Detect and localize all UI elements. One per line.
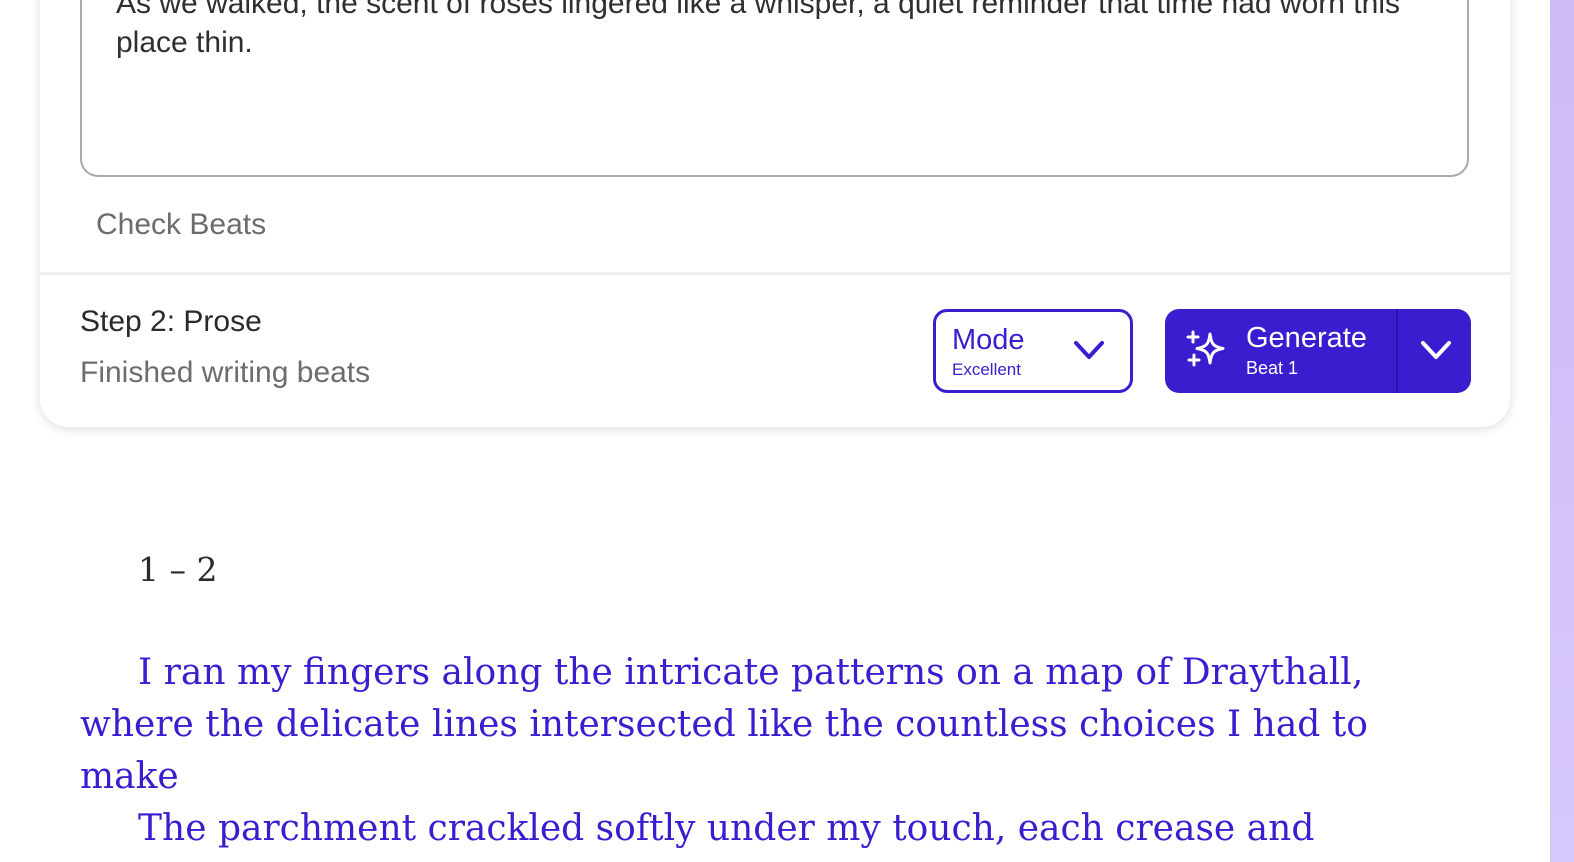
divider (40, 272, 1510, 275)
beats-text: As we walked, the scent of roses lingere… (116, 0, 1400, 59)
generate-button-group: Generate Beat 1 (1165, 309, 1471, 393)
check-beats-button[interactable]: Check Beats (96, 208, 266, 242)
prose-paragraph: The parchment crackled softly under my t… (138, 808, 1315, 849)
prose-paragraph: I ran my fingers along the intricate pat… (80, 652, 1368, 797)
generate-options-button[interactable] (1398, 309, 1471, 393)
generate-button[interactable]: Generate Beat 1 (1165, 309, 1396, 393)
generate-label: Generate (1246, 322, 1367, 354)
beats-card: As we walked, the scent of roses lingere… (40, 0, 1510, 427)
step-title: Step 2: Prose (80, 305, 262, 338)
beats-textarea[interactable]: As we walked, the scent of roses lingere… (80, 0, 1469, 177)
prose-range-label: 1 – 2 (138, 550, 218, 589)
mode-value: Excellent (952, 360, 1021, 379)
generate-sub-label: Beat 1 (1246, 358, 1299, 378)
mode-select[interactable]: Mode Excellent (933, 309, 1133, 393)
sidebar-edge (1550, 0, 1574, 862)
chevron-down-icon (1074, 341, 1104, 359)
chevron-down-icon (1421, 341, 1451, 359)
mode-label: Mode (952, 324, 1025, 356)
step-subtitle: Finished writing beats (80, 356, 371, 389)
sparkle-icon (1186, 330, 1225, 367)
prose-content[interactable]: I ran my fingers along the intricate pat… (80, 647, 1475, 855)
